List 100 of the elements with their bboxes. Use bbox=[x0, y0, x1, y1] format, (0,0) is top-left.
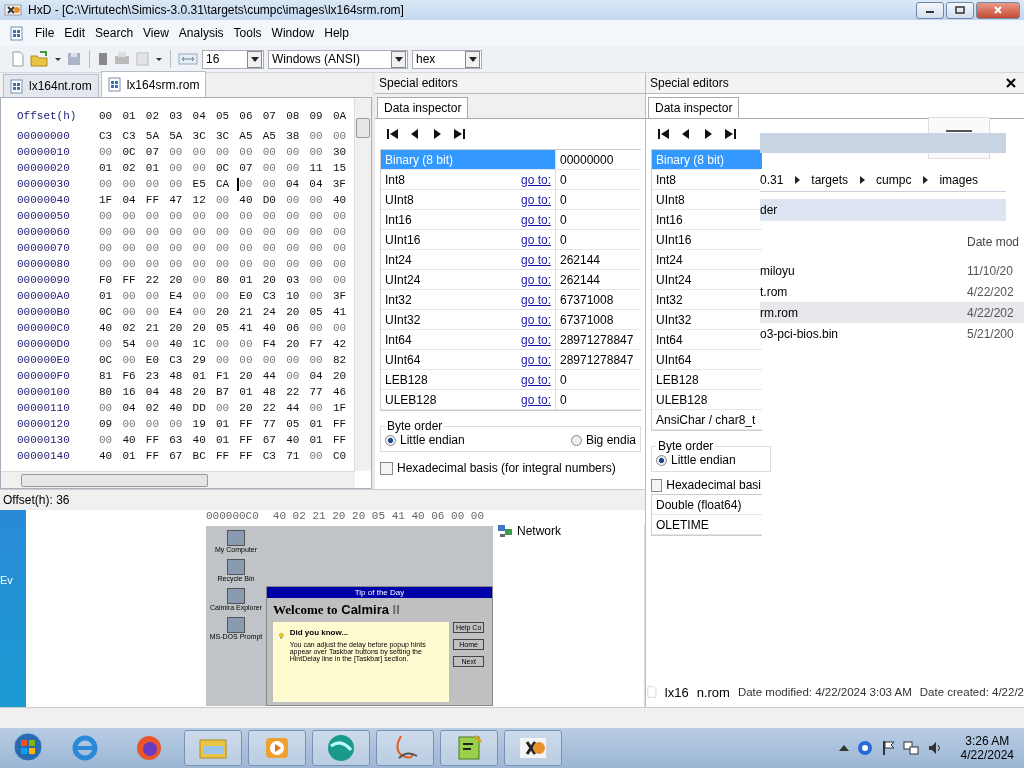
go-to-link[interactable]: go to: bbox=[520, 212, 551, 227]
hex-bytes: 00 04 02 40 DD 00 20 22 44 00 1F bbox=[99, 402, 348, 414]
radio-option[interactable]: Little endian bbox=[656, 453, 736, 467]
nav-item[interactable]: Network bbox=[497, 524, 644, 538]
go-to-link[interactable]: go to: bbox=[520, 232, 551, 247]
last-icon[interactable] bbox=[452, 127, 466, 141]
go-to-link[interactable]: go to: bbox=[520, 352, 551, 367]
inspector-row[interactable]: Binary (8 bit) 00000000 bbox=[381, 150, 641, 170]
inspector-tab[interactable]: Data inspector bbox=[377, 97, 469, 118]
menu-item[interactable]: View bbox=[138, 24, 174, 42]
inspector-tab[interactable]: Data inspector bbox=[648, 97, 740, 118]
vertical-scrollbar[interactable] bbox=[354, 98, 371, 471]
maximize-button[interactable] bbox=[946, 1, 974, 19]
menu-item[interactable]: File bbox=[30, 24, 60, 42]
close-button[interactable] bbox=[976, 1, 1020, 19]
hex-bytes: 00 0C 07 00 00 00 00 00 00 00 30 bbox=[99, 146, 348, 158]
flag-icon[interactable] bbox=[880, 740, 895, 756]
radio-option[interactable]: Little endian bbox=[385, 433, 465, 447]
panel-title: Special editors bbox=[379, 76, 458, 90]
clock-time[interactable]: 3:26 AM bbox=[965, 734, 1010, 748]
offset-cell-text: 00000120 bbox=[17, 418, 71, 430]
inspector-row[interactable]: ULEB128 bbox=[652, 390, 762, 410]
file-row[interactable]: rm.rom 4/22/202 bbox=[760, 302, 1024, 323]
file-tab[interactable]: lx164nt.rom bbox=[3, 74, 99, 97]
menu-item[interactable]: Edit bbox=[59, 24, 91, 42]
offset-cell-text: 000000C0 bbox=[17, 322, 71, 334]
inspector-row[interactable]: UInt32 go to: 67371008 bbox=[381, 310, 641, 330]
app-logo-icon bbox=[4, 3, 22, 17]
first-icon[interactable] bbox=[386, 127, 400, 141]
base-dropdown[interactable]: hex bbox=[412, 49, 482, 69]
offset-cell-text: 00000050 bbox=[17, 210, 71, 222]
horizontal-scrollbar[interactable] bbox=[1, 471, 355, 488]
inspector-row[interactable]: UInt24 go to: 262144 bbox=[381, 270, 641, 290]
speaker-icon[interactable] bbox=[926, 740, 943, 756]
inspector-row[interactable]: UInt16 go to: 0 bbox=[381, 230, 641, 250]
radio-option[interactable]: Big endia bbox=[570, 433, 636, 447]
bytes-per-row-dropdown[interactable]: 16 bbox=[202, 49, 264, 69]
go-to-link[interactable]: go to: bbox=[520, 292, 551, 307]
go-to-link[interactable]: go to: bbox=[520, 192, 551, 207]
document-icon bbox=[10, 78, 24, 94]
circle-icon[interactable] bbox=[856, 740, 873, 756]
sphere-icon[interactable] bbox=[325, 732, 357, 764]
offset-cell-text: 00000090 bbox=[17, 274, 71, 286]
offset-cell-text: 00000060 bbox=[17, 226, 71, 238]
close-icon[interactable] bbox=[1006, 78, 1016, 88]
clock-date[interactable]: 4/22/2024 bbox=[960, 748, 1014, 762]
inspector-row[interactable]: AnsiChar / char8_t bbox=[652, 410, 762, 430]
go-to-link[interactable]: go to: bbox=[520, 372, 551, 387]
hex-row-ghost: 000000C0 40 02 21 20 20 05 41 40 06 00 00 bbox=[206, 510, 486, 524]
chevron-icon bbox=[858, 175, 867, 185]
network-icon bbox=[497, 524, 513, 538]
inspector-row[interactable]: Int16 go to: 0 bbox=[381, 210, 641, 230]
menu-item[interactable]: Analysis bbox=[173, 24, 229, 42]
inspector-row[interactable]: UInt16 bbox=[652, 230, 762, 250]
value-cell-text: 67371008 bbox=[559, 312, 614, 327]
file-row[interactable]: t.rom 4/22/202 bbox=[760, 281, 1024, 302]
checkbox-option[interactable]: Hexadecimal basi bbox=[651, 478, 761, 492]
inspector-row[interactable]: Double (float64) bbox=[652, 495, 762, 515]
file-tab[interactable]: lx164srm.rom bbox=[100, 71, 207, 97]
go-to-link[interactable]: go to: bbox=[520, 332, 551, 347]
checkbox-option[interactable]: Hexadecimal basis (for integral numbers) bbox=[380, 461, 641, 475]
inspector-row[interactable]: Int64 go to: 28971278847 bbox=[381, 330, 641, 350]
group-label: Byte order bbox=[657, 439, 715, 453]
charset-dropdown[interactable]: Windows (ANSI) bbox=[268, 49, 408, 69]
inspector-row[interactable]: Int32 go to: 67371008 bbox=[381, 290, 641, 310]
go-to-link[interactable]: go to: bbox=[520, 272, 551, 287]
offset-cell-text: 00000130 bbox=[17, 434, 71, 446]
menu-item[interactable]: Tools bbox=[228, 24, 267, 42]
go-to-link[interactable]: go to: bbox=[520, 252, 551, 267]
inspector-row[interactable]: UInt64 bbox=[652, 350, 762, 370]
address-bar[interactable]: 0.31 targets cumpc images bbox=[760, 169, 1006, 192]
go-to-link[interactable]: go to: bbox=[520, 392, 551, 407]
inspector-row[interactable]: UInt64 go to: 28971278847 bbox=[381, 350, 641, 370]
caret-icon bbox=[468, 56, 477, 62]
value-cell-text: 0 bbox=[559, 212, 567, 227]
text-cursor bbox=[237, 177, 240, 191]
last-icon[interactable] bbox=[723, 127, 737, 141]
menu-item[interactable]: Search bbox=[90, 24, 139, 42]
network-icon[interactable] bbox=[902, 740, 919, 756]
menu-item[interactable]: Window bbox=[266, 24, 320, 42]
offset-cell-text: 00000020 bbox=[17, 162, 71, 174]
menu-item[interactable]: Help bbox=[319, 24, 354, 42]
inspector-row[interactable]: OLETIME bbox=[652, 515, 762, 535]
date-created: Date created: 4/22/2 bbox=[919, 686, 1024, 698]
inspector-row[interactable]: UInt8 go to: 0 bbox=[381, 190, 641, 210]
go-to-link[interactable]: go to: bbox=[520, 172, 551, 187]
first-icon[interactable] bbox=[657, 127, 671, 141]
inspector-row[interactable]: LEB128 go to: 0 bbox=[381, 370, 641, 390]
offset-cell-text: 000000A0 bbox=[17, 290, 71, 302]
file-row[interactable]: o3-pci-bios.bin 5/21/200 bbox=[760, 323, 1024, 344]
inspector-row[interactable]: Int24 go to: 262144 bbox=[381, 250, 641, 270]
inspector-row[interactable]: Int24 bbox=[652, 250, 762, 270]
file-row[interactable]: miloyu 11/10/20 bbox=[760, 260, 1024, 281]
inspector-row[interactable]: Int8 go to: 0 bbox=[381, 170, 641, 190]
go-to-link[interactable]: go to: bbox=[520, 312, 551, 327]
inspector-row[interactable]: ULEB128 go to: 0 bbox=[381, 390, 641, 410]
minimize-button[interactable] bbox=[916, 1, 944, 19]
inspector-row[interactable]: LEB128 bbox=[652, 370, 762, 390]
up-arrow-icon[interactable] bbox=[838, 744, 849, 752]
value-cell-text: 262144 bbox=[559, 272, 601, 287]
